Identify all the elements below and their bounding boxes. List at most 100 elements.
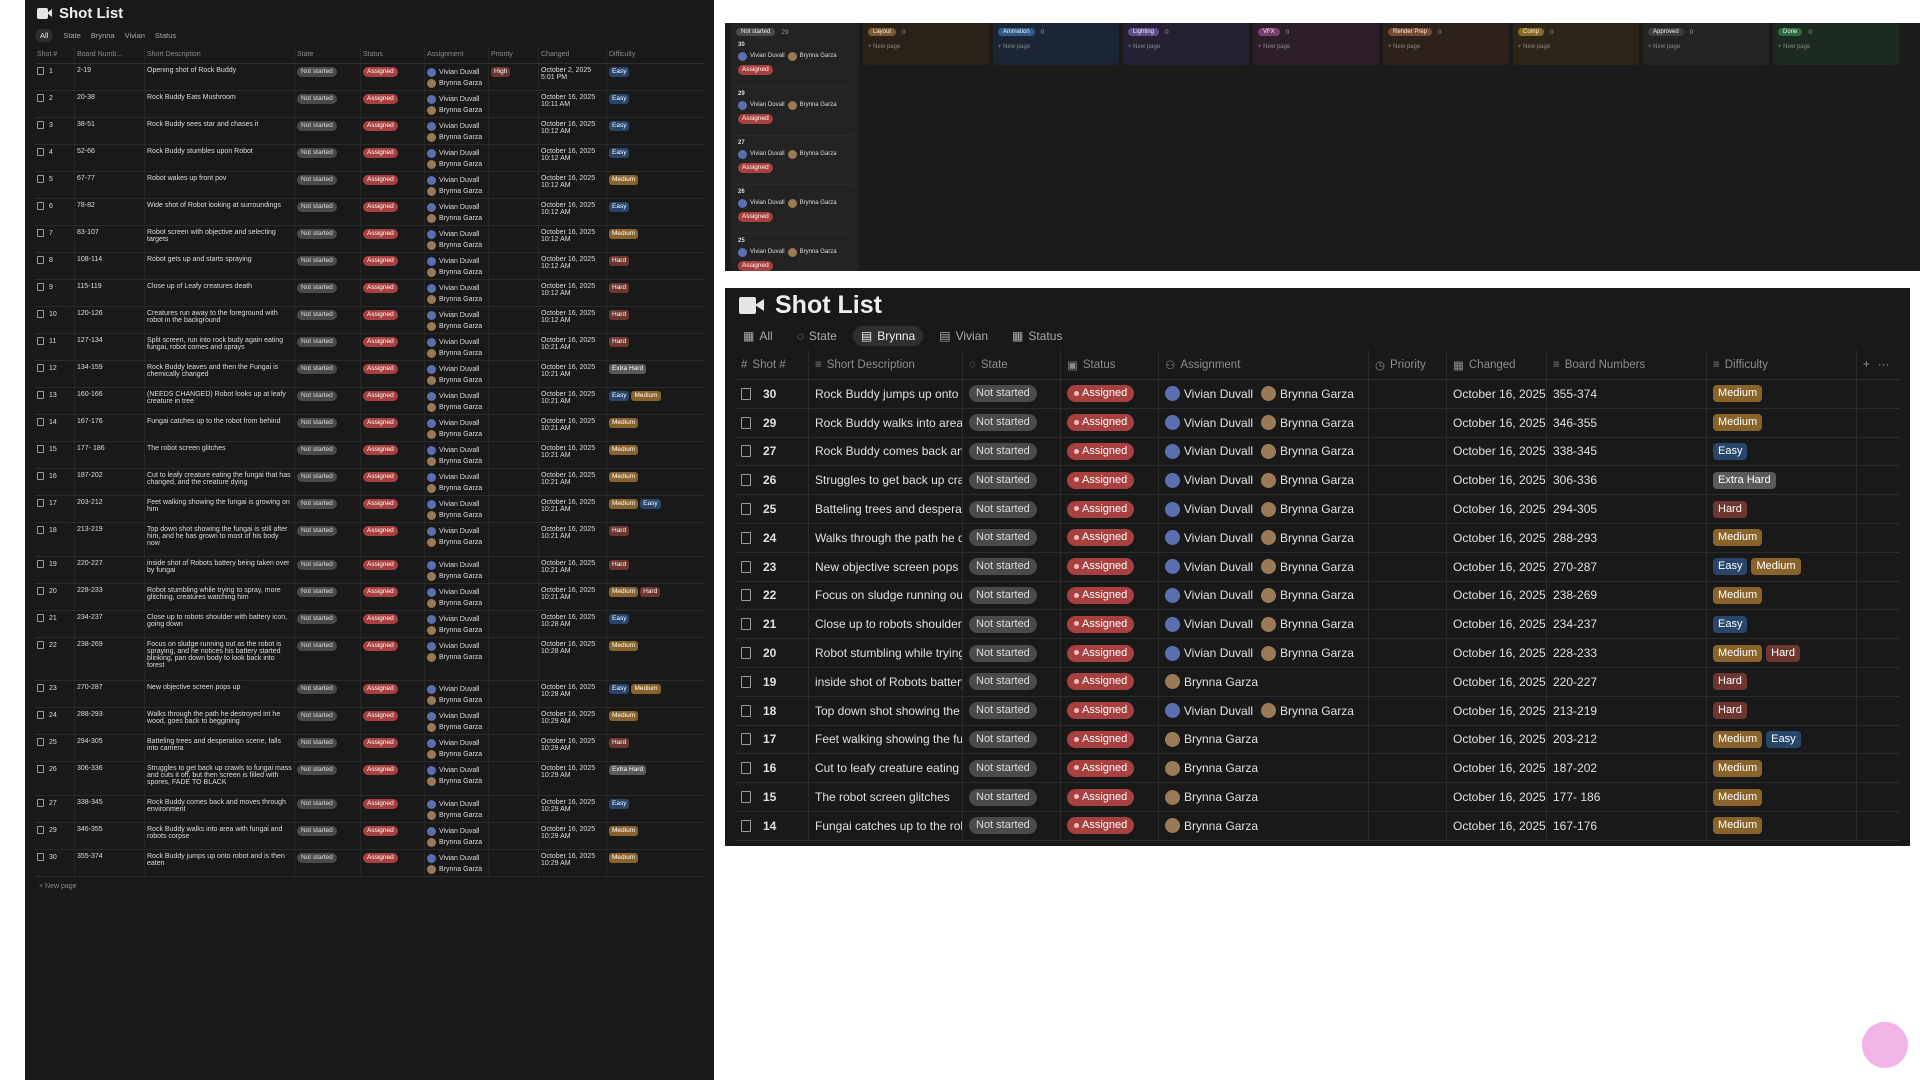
board-card[interactable]: 30 Vivian Duvall Brynna Garza Assigned (736, 38, 854, 87)
add-column-button[interactable]: + ··· (1857, 350, 1897, 379)
add-icon[interactable]: + (1863, 359, 1870, 371)
column-header[interactable]: Short Description (145, 48, 295, 61)
table-row[interactable]: 16 Cut to leafy creature eating the Not st… (735, 754, 1900, 784)
table-row[interactable]: 12 134-159 Rock Buddy leaves and then the … (35, 361, 704, 388)
column-label[interactable]: Lighting (1128, 28, 1160, 36)
column-label[interactable]: Animation (998, 28, 1035, 36)
table-row[interactable]: 18 213-219 Top down shot showing the funga… (35, 523, 704, 557)
board-card[interactable]: 26 Vivian Duvall Brynna Garza Assigned (736, 185, 854, 234)
table-row[interactable]: 20 Robot stumbling while trying tc Not sta… (735, 639, 1900, 668)
column-header[interactable]: Status (361, 48, 425, 61)
table-row[interactable]: 24 288-293 Walks through the path he destr… (35, 708, 704, 735)
column-header[interactable]: ◷ Priority (1369, 350, 1447, 379)
table-row[interactable]: 11 127-134 Split screen, run into rock bud… (35, 334, 704, 361)
board-card[interactable]: 27 Vivian Duvall Brynna Garza Assigned (736, 136, 854, 185)
new-page-button[interactable]: + New page (1518, 44, 1634, 50)
table-row[interactable]: 26 Struggles to get back up crawls Not sta… (735, 466, 1900, 496)
table-row[interactable]: 7 83-107 Robot screen with objective and s… (35, 226, 704, 253)
table-row[interactable]: 21 234-237 Close up to robots shoulder wit… (35, 611, 704, 638)
table-row[interactable]: 9 115-119 Close up of Leafy creatures deat… (35, 280, 704, 307)
table-row[interactable]: 30 355-374 Rock Buddy jumps up onto robot … (35, 850, 704, 877)
column-header[interactable]: Difficulty (607, 48, 687, 61)
column-label[interactable]: Comp (1518, 28, 1545, 36)
column-label[interactable]: Not started (736, 28, 776, 36)
table-row[interactable]: 27 Rock Buddy comes back and m Not started… (735, 437, 1900, 467)
column-header[interactable]: Priority (489, 48, 539, 61)
column-header[interactable]: ⚇ Assignment (1159, 350, 1369, 379)
table-row[interactable]: 22 238-269 Focus on sludge running out as … (35, 638, 704, 681)
new-page-button[interactable]: + New page (868, 44, 984, 50)
tab-status[interactable]: ▦ Status (1004, 326, 1070, 346)
new-page-button[interactable]: + New page (25, 877, 714, 896)
new-page-button[interactable]: + New page (1388, 44, 1504, 50)
table-row[interactable]: 17 Feet walking showing the fungi Not star… (735, 725, 1900, 755)
table-row[interactable]: 1 2-19 Opening shot of Rock Buddy Not start… (35, 64, 704, 91)
table-row[interactable]: 4 52-66 Rock Buddy stumbles upon Robot Not … (35, 145, 704, 172)
table-row[interactable]: 29 Rock Buddy walks into area wit Not star… (735, 408, 1900, 438)
column-header[interactable]: Assignment (425, 48, 489, 61)
tab-brynna[interactable]: Brynna (91, 31, 115, 40)
table-row[interactable]: 6 78-82 Wide shot of Robot looking at surr… (35, 199, 704, 226)
table-row[interactable]: 17 203-212 Feet walking showing the fungai… (35, 496, 704, 523)
table-row[interactable]: 23 New objective screen pops up Not starte… (735, 552, 1900, 582)
column-header[interactable]: ≡ Board Numbers (1547, 350, 1707, 379)
table-row[interactable]: 19 inside shot of Robots battery b Not sta… (735, 667, 1900, 697)
tab-state[interactable]: State (63, 31, 81, 40)
tab-vivian[interactable]: Vivian (125, 31, 145, 40)
table-row[interactable]: 19 220-227 inside shot of Robots battery b… (35, 557, 704, 584)
new-page-button[interactable]: + New page (1258, 44, 1374, 50)
column-header[interactable]: ▦ Changed (1447, 350, 1547, 379)
column-header[interactable]: ≡ Short Description (809, 350, 963, 379)
table-row[interactable]: 25 294-305 Batteling trees and desperation… (35, 735, 704, 762)
table-row[interactable]: 24 Walks through the path he dest Not star… (735, 523, 1900, 553)
table-row[interactable]: 13 160-166 (NEEDS CHANGED) Robot looks up … (35, 388, 704, 415)
new-page-button[interactable]: + New page (1648, 44, 1764, 50)
new-page-button[interactable]: + New page (998, 44, 1114, 50)
column-label[interactable]: Layout (868, 28, 897, 36)
table-row[interactable]: 26 306-336 Struggles to get back up crawls… (35, 762, 704, 796)
column-label[interactable]: Approved (1648, 28, 1684, 36)
column-header[interactable]: Changed (539, 48, 607, 61)
table-row[interactable]: 22 Focus on sludge running out as Not star… (735, 581, 1900, 611)
column-header[interactable]: # Shot # (735, 350, 809, 379)
new-page-button[interactable]: + New page (1778, 44, 1894, 50)
table-row[interactable]: 14 Fungai catches up to the robot Not star… (735, 811, 1900, 841)
table-row[interactable]: 30 Rock Buddy jumps up onto rob Not starte… (735, 380, 1900, 409)
table-row[interactable]: 2 20-38 Rock Buddy Eats Mushroom Not starte… (35, 91, 704, 118)
column-header[interactable]: State (295, 48, 361, 61)
floating-action-button[interactable] (1862, 1022, 1908, 1068)
column-header[interactable]: ≡ Difficulty (1707, 350, 1857, 379)
table-row[interactable]: 15 The robot screen glitches Not started As… (735, 783, 1900, 812)
tab-all[interactable]: ▦ All (735, 326, 781, 346)
column-label[interactable]: Done (1778, 28, 1803, 36)
column-header[interactable]: ▣ Status (1061, 350, 1159, 379)
table-row[interactable]: 27 338-345 Rock Buddy comes back and moves… (35, 796, 704, 823)
table-row[interactable]: 15 177- 186 The robot screen glitches Not s… (35, 442, 704, 469)
column-label[interactable]: Render Prep (1388, 28, 1433, 36)
tab-vivian[interactable]: ▤ Vivian (931, 326, 996, 346)
table-row[interactable]: 20 228-233 Robot stumbling while trying to… (35, 584, 704, 611)
table-row[interactable]: 16 187-202 Cut to leafy creature eating th… (35, 469, 704, 496)
column-header[interactable]: ◌ State (963, 350, 1061, 379)
tab-brynna[interactable]: ▤ Brynna (852, 326, 924, 346)
more-icon[interactable]: ··· (1878, 359, 1890, 371)
tab-state[interactable]: ◌ State (789, 326, 845, 346)
column-header[interactable]: Board Numb... (75, 48, 145, 61)
new-page-button[interactable]: + New page (1128, 44, 1244, 50)
table-row[interactable]: 5 67-77 Robot wakes up front pov Not starte… (35, 172, 704, 199)
table-row[interactable]: 23 270-287 New objective screen pops up Not… (35, 681, 704, 708)
tab-all[interactable]: All (35, 28, 54, 42)
table-row[interactable]: 29 346-355 Rock Buddy walks into area with… (35, 823, 704, 850)
column-header[interactable]: Shot # (35, 48, 75, 61)
board-card[interactable]: 25 Vivian Duvall Brynna Garza Assigned (736, 234, 854, 271)
table-row[interactable]: 25 Batteling trees and desperatior Not sta… (735, 495, 1900, 524)
board-card[interactable]: 29 Vivian Duvall Brynna Garza Assigned (736, 87, 854, 136)
table-row[interactable]: 18 Top down shot showing the fur Not start… (735, 696, 1900, 726)
table-row[interactable]: 14 167-176 Fungai catches up to the robot … (35, 415, 704, 442)
table-row[interactable]: 3 38-51 Rock Buddy sees star and chases it… (35, 118, 704, 145)
table-row[interactable]: 8 108-114 Robot gets up and starts sprayin… (35, 253, 704, 280)
tab-status[interactable]: Status (155, 31, 176, 40)
table-row[interactable]: 21 Close up to robots shoulder wi Not star… (735, 610, 1900, 640)
table-row[interactable]: 10 120-126 Creatures run away to the foreg… (35, 307, 704, 334)
column-label[interactable]: VFX (1258, 28, 1280, 36)
